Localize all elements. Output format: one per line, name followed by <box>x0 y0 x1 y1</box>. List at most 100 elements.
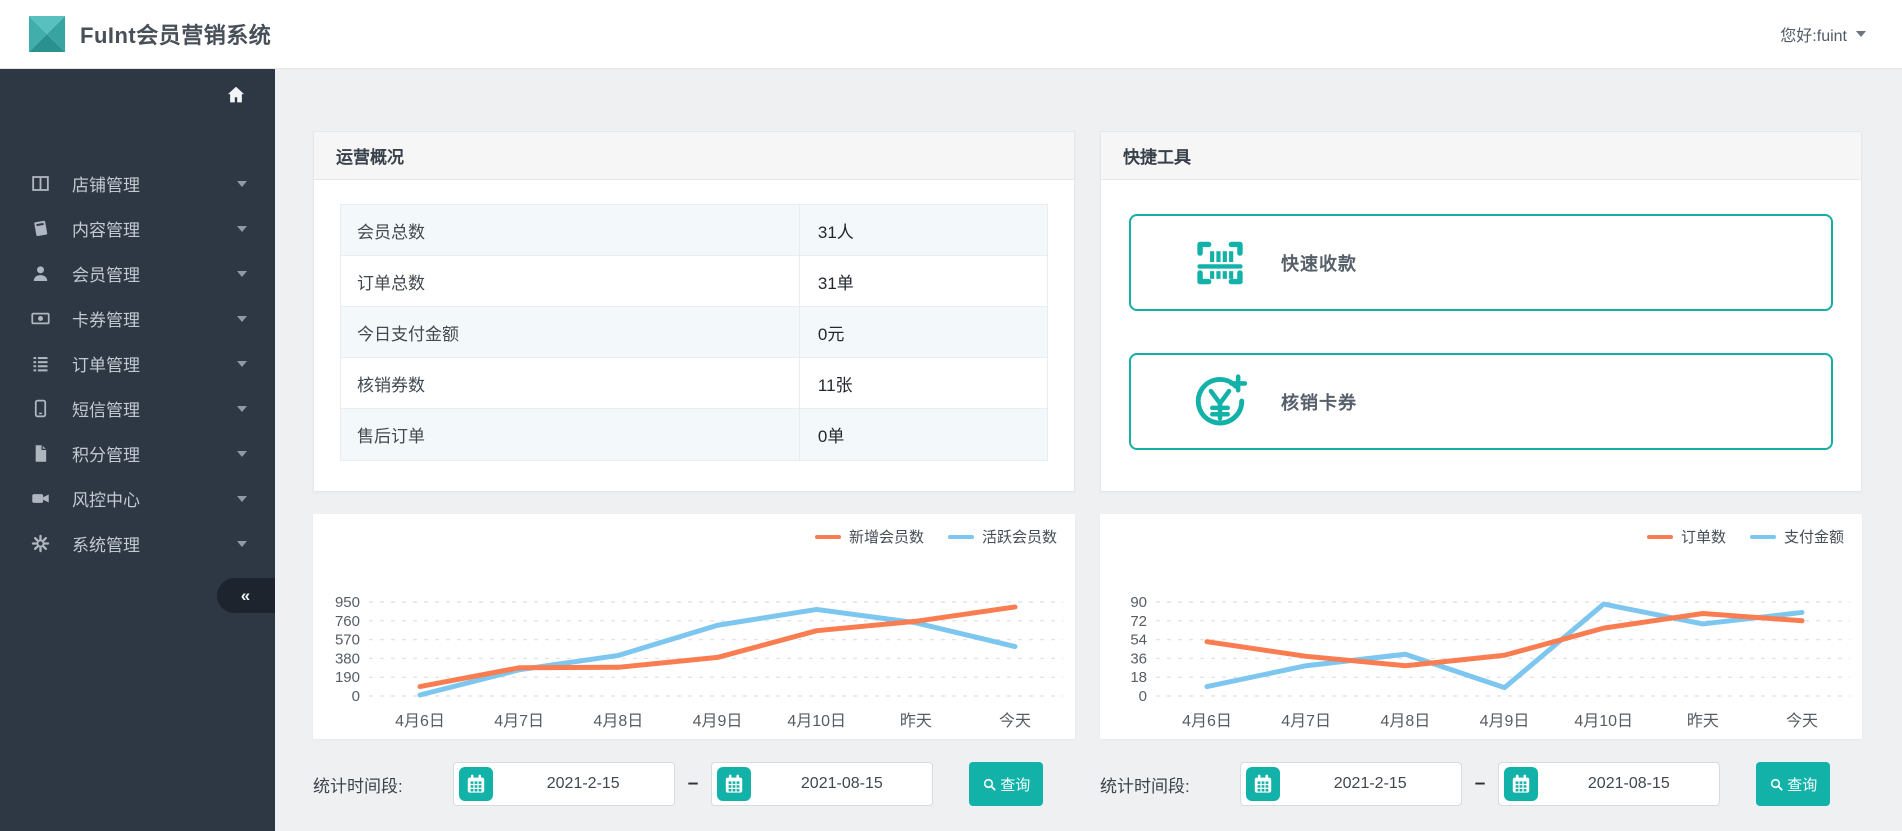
legend-line-marker <box>1646 534 1673 539</box>
start-date-input[interactable]: 2021-2-15 <box>1239 762 1462 806</box>
svg-text:4月10日: 4月10日 <box>1574 713 1633 730</box>
date-range-separator: – <box>1474 773 1486 794</box>
sidebar-item-4[interactable]: 卡券管理 <box>0 296 275 341</box>
legend-item[interactable]: 支付金额 <box>1749 529 1844 546</box>
caret-down-icon <box>237 315 247 322</box>
sidebar-item-label: 店铺管理 <box>72 176 140 195</box>
overview-panel: 运营概况 会员总数 31人 订单总数 31单 今日支付金额 0元 核销券数 11… <box>313 131 1075 492</box>
filter-label: 统计时间段: <box>313 776 403 796</box>
stat-label: 订单总数 <box>341 256 800 306</box>
quick-tool-label: 核销卡券 <box>1281 392 1357 413</box>
caret-down-icon <box>237 180 247 187</box>
overview-stats-table: 会员总数 31人 订单总数 31单 今日支付金额 0元 核销券数 11张 售后订… <box>340 204 1048 461</box>
quick-tools-panel-header: 快捷工具 <box>1101 132 1861 180</box>
svg-text:18: 18 <box>1130 669 1147 686</box>
table-row: 核销券数 11张 <box>341 358 1047 409</box>
sidebar-item-label: 订单管理 <box>72 356 140 375</box>
member-icon <box>30 263 51 284</box>
legend-line-marker <box>1749 534 1776 539</box>
quick-tool-label: 快速收款 <box>1281 253 1357 274</box>
end-date-value: 2021-08-15 <box>1587 775 1670 792</box>
app-root: FuInt会员营销系统 您好:fuint 店铺管理 内容管理 会员管理 卡券管理… <box>0 0 1902 831</box>
stat-value: 31人 <box>817 222 854 242</box>
quick-tool-button[interactable]: 快速收款 <box>1129 214 1833 311</box>
overview-panel-body: 会员总数 31人 订单总数 31单 今日支付金额 0元 核销券数 11张 售后订… <box>314 180 1074 491</box>
risk-camera-icon <box>30 488 51 509</box>
caret-down-icon <box>237 225 247 232</box>
caret-down-icon <box>237 405 247 412</box>
chevron-down-icon <box>1856 31 1866 37</box>
sidebar-item-2[interactable]: 内容管理 <box>0 206 275 251</box>
stat-value: 31单 <box>817 273 854 293</box>
svg-text:今天: 今天 <box>999 712 1031 730</box>
sidebar-item-label: 风控中心 <box>72 491 140 510</box>
book-icon <box>30 218 51 239</box>
stat-value: 0元 <box>817 324 845 344</box>
sidebar-item-1[interactable]: 店铺管理 <box>0 161 275 206</box>
sidebar-item-6[interactable]: 短信管理 <box>0 386 275 431</box>
members-line-chart: 0 190 380 570 760 950 4月6日 4月7日 4月8日 4月9日 4月10日 昨天今… <box>313 544 1075 740</box>
sidebar-collapse-button[interactable]: « <box>217 578 275 613</box>
start-date-value: 2021-2-15 <box>1333 775 1407 792</box>
sidebar-item-9[interactable]: 系统管理 <box>0 521 275 566</box>
table-row: 今日支付金额 0元 <box>341 307 1047 358</box>
legend-line-marker <box>947 534 974 539</box>
caret-down-icon <box>237 450 247 457</box>
search-button[interactable]: 查询 <box>1756 762 1831 806</box>
sidebar-item-label: 会员管理 <box>72 266 140 285</box>
sidebar-item-label: 内容管理 <box>72 221 140 240</box>
svg-text:4月10日: 4月10日 <box>787 713 846 730</box>
calendar-icon[interactable] <box>1245 767 1280 801</box>
calendar-icon[interactable] <box>458 767 493 801</box>
start-date-input[interactable]: 2021-2-15 <box>452 762 675 806</box>
order-list-icon <box>30 353 51 374</box>
calendar-icon[interactable] <box>1504 767 1539 801</box>
calendar-icon <box>1251 772 1275 796</box>
brand: FuInt会员营销系统 <box>28 15 271 53</box>
settings-gear-icon <box>30 533 51 554</box>
sidebar-item-3[interactable]: 会员管理 <box>0 251 275 296</box>
members-chart-card: 新增会员数 活跃会员数 0 190 380 570 760 950 4月6日 4月7日 4月8日… <box>313 514 1075 739</box>
calendar-icon <box>464 772 488 796</box>
stat-label: 会员总数 <box>341 205 800 255</box>
caret-down-icon <box>237 270 247 277</box>
user-greeting: 您好:fuint <box>1780 28 1847 45</box>
user-menu[interactable]: 您好:fuint <box>1780 22 1866 46</box>
legend-item[interactable]: 活跃会员数 <box>947 529 1057 546</box>
caret-down-icon <box>237 360 247 367</box>
svg-text:4月7日: 4月7日 <box>1281 713 1331 730</box>
search-icon <box>982 777 997 792</box>
svg-text:4月6日: 4月6日 <box>1182 713 1232 730</box>
legend-item[interactable]: 新增会员数 <box>814 529 924 546</box>
svg-text:90: 90 <box>1130 594 1147 611</box>
sidebar-item-8[interactable]: 风控中心 <box>0 476 275 521</box>
search-icon <box>1769 777 1784 792</box>
stat-label: 售后订单 <box>341 409 800 460</box>
legend-item[interactable]: 订单数 <box>1646 529 1726 546</box>
quick-tools-panel-title: 快捷工具 <box>1123 148 1191 167</box>
sidebar-item-5[interactable]: 订单管理 <box>0 341 275 386</box>
caret-down-icon <box>237 495 247 502</box>
stat-value: 11张 <box>817 375 853 395</box>
calendar-icon <box>722 772 746 796</box>
end-date-input[interactable]: 2021-08-15 <box>711 762 934 806</box>
stat-value: 0单 <box>817 427 845 446</box>
app-logo-icon <box>28 15 66 53</box>
legend-line-marker <box>814 534 841 539</box>
calendar-icon[interactable] <box>717 767 752 801</box>
sidebar-home-button[interactable] <box>0 69 275 121</box>
barcode-scan-icon <box>1191 234 1249 292</box>
svg-text:4月6日: 4月6日 <box>395 713 445 730</box>
sidebar-item-label: 系统管理 <box>72 536 140 555</box>
end-date-input[interactable]: 2021-08-15 <box>1498 762 1721 806</box>
svg-text:0: 0 <box>352 688 360 705</box>
search-button-label: 查询 <box>1000 776 1031 794</box>
search-button[interactable]: 查询 <box>969 762 1044 806</box>
sidebar-item-7[interactable]: 积分管理 <box>0 431 275 476</box>
sidebar: 店铺管理 内容管理 会员管理 卡券管理 订单管理 短信管理 积分管理 风控中心 <box>0 69 275 831</box>
quick-tool-button[interactable]: 核销卡券 <box>1129 353 1833 450</box>
chart-legend: 订单数 支付金额 <box>1100 514 1862 546</box>
stat-label: 核销券数 <box>341 358 800 408</box>
table-row: 会员总数 31人 <box>341 205 1047 256</box>
svg-text:190: 190 <box>335 669 360 686</box>
